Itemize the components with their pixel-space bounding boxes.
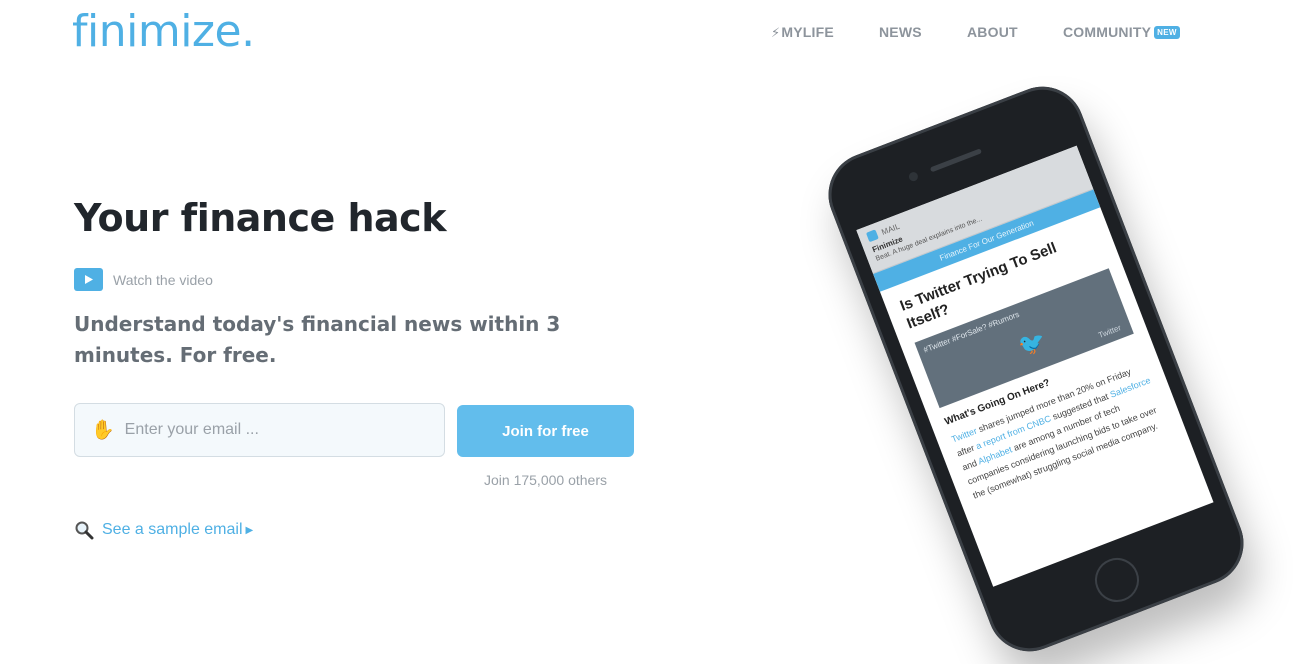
image-credit: Twitter xyxy=(1097,323,1123,341)
twitter-bird-icon: 🐦 xyxy=(1014,326,1050,360)
nav-item-mylife[interactable]: ⚡MYLIFE xyxy=(771,24,834,41)
home-button xyxy=(1088,551,1146,609)
sample-email-label: See a sample email xyxy=(102,521,243,538)
camera-icon xyxy=(907,170,920,183)
hero-title: Your finance hack xyxy=(74,196,446,240)
phone-screen: MAIL Finimize Beat. A huge deal explains… xyxy=(856,145,1214,587)
mail-app-icon xyxy=(865,229,879,243)
join-button[interactable]: Join for free xyxy=(457,405,634,457)
waving-hand-icon: ✋ xyxy=(91,420,115,441)
nav-item-community[interactable]: COMMUNITY NEW xyxy=(1063,24,1180,40)
play-video-icon[interactable] xyxy=(74,268,103,291)
new-badge: NEW xyxy=(1154,26,1180,39)
hero-subtitle: Understand today's financial news within… xyxy=(74,312,561,367)
nav-item-about[interactable]: ABOUT xyxy=(967,24,1018,40)
email-field-wrapper: ✋ xyxy=(74,403,445,457)
magnifier-icon xyxy=(75,521,94,540)
nav-item-news[interactable]: NEWS xyxy=(879,24,922,40)
watch-video-label: Watch the video xyxy=(113,271,213,288)
email-input[interactable] xyxy=(122,420,427,440)
logo[interactable]: finimize. xyxy=(72,6,255,57)
watch-video-link[interactable]: Watch the video xyxy=(74,268,213,291)
join-count: Join 175,000 others xyxy=(484,472,607,488)
phone-mockup: MAIL Finimize Beat. A huge deal explains… xyxy=(816,74,1256,664)
lightning-icon: ⚡ xyxy=(771,25,781,40)
speaker-grille xyxy=(929,148,983,173)
sample-email-link[interactable]: See a sample email ▶ xyxy=(74,520,253,540)
nav-label-mylife: MYLIFE xyxy=(781,24,834,40)
nav-label-community: COMMUNITY xyxy=(1063,24,1152,40)
arrow-right-icon: ▶ xyxy=(245,524,254,536)
notification-app: MAIL xyxy=(880,221,901,237)
